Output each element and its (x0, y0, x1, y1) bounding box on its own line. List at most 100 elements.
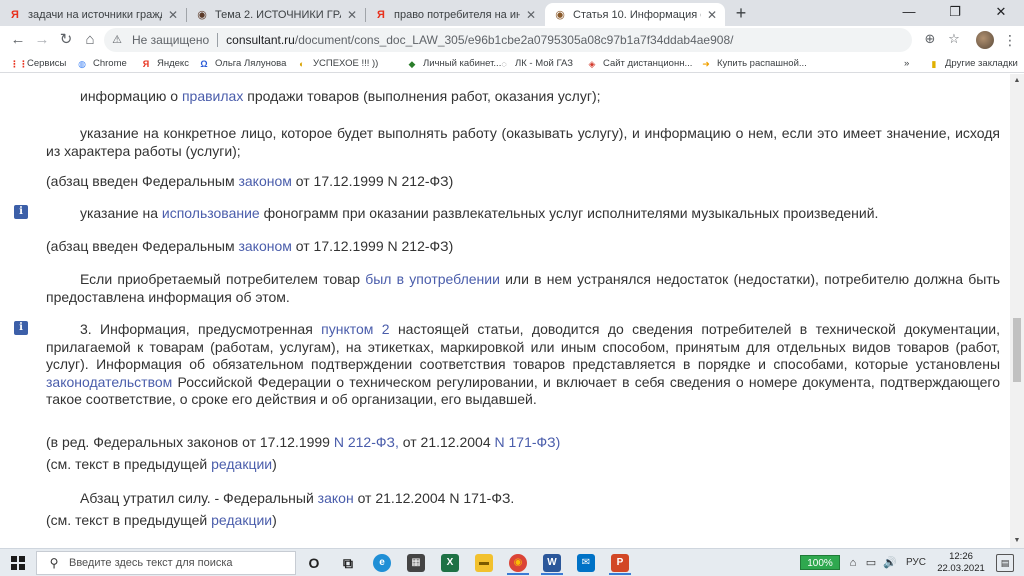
forward-button[interactable]: → (32, 30, 52, 50)
profile-avatar[interactable] (976, 31, 994, 49)
task-view-icon: ⧉ (343, 555, 353, 571)
link-law[interactable]: закон (318, 490, 354, 506)
clock-date: 22.03.2021 (937, 563, 985, 574)
scrollbar-thumb[interactable] (1013, 318, 1021, 382)
tab-4-active[interactable]: ◉ Статья 10. Информация о товар ✕ (545, 3, 725, 26)
scroll-down-button[interactable]: ▼ (1010, 534, 1024, 548)
taskbar-outlook[interactable]: ✉ (572, 551, 600, 575)
paragraph-previous-revision: (см. текст в предыдущей редакции) (46, 512, 1000, 530)
link-revision[interactable]: редакции (211, 512, 272, 528)
edge-icon: e (373, 554, 391, 572)
tab-1[interactable]: Я задачи на источники граждансс ✕ (0, 3, 186, 26)
mail-icon: ✉ (577, 554, 595, 572)
chrome-icon: ◉ (509, 554, 527, 572)
text: информацию о (80, 88, 182, 104)
bookmark-buy-door[interactable]: ➜ Купить распашной... (700, 56, 807, 71)
windows-start-button[interactable] (11, 556, 25, 570)
info-icon[interactable]: i (14, 321, 28, 335)
scroll-up-button[interactable]: ▲ (1010, 74, 1024, 88)
divider (217, 33, 219, 47)
minimize-button[interactable]: — (886, 0, 932, 26)
taskbar-edge[interactable]: e (368, 551, 396, 575)
link-used[interactable]: был в употреблении (365, 271, 500, 287)
taskbar-powerpoint[interactable]: P (606, 551, 634, 575)
link-usage[interactable]: использование (162, 205, 260, 221)
folder-icon: ▮ (931, 58, 937, 69)
text: фонограмм при оказании развлекательных у… (259, 205, 879, 221)
taskbar-word[interactable]: W (538, 551, 566, 575)
bookmark-services[interactable]: ⋮⋮ Сервисы (10, 56, 66, 71)
bookmark-olga[interactable]: Ω Ольга Лялунова (198, 56, 286, 71)
text: (абзац введен Федеральным (46, 173, 239, 189)
text: 3. Информация, предусмотренная (80, 321, 322, 337)
bookmark-other[interactable]: ▮ Другие закладки (928, 56, 1018, 71)
link-law-212[interactable]: N 212-ФЗ, (334, 434, 399, 450)
task-view-button[interactable]: ⧉ (334, 551, 362, 575)
cortana-button[interactable]: O (300, 551, 328, 575)
search-placeholder: Введите здесь текст для поиска (69, 557, 233, 569)
windows-taskbar: ⚲ Введите здесь текст для поиска O ⧉ e ▦… (0, 548, 1024, 576)
taskbar-chrome[interactable]: ◉ (504, 551, 532, 575)
battery-indicator[interactable]: 100% (800, 555, 840, 570)
paragraph-used-goods: Если приобретаемый потребителем товар бы… (46, 271, 1000, 306)
text: от 17.12.1999 N 212-ФЗ) (291, 173, 454, 189)
warning-icon[interactable]: ⚠ (110, 33, 124, 47)
close-icon[interactable]: ✕ (524, 8, 538, 22)
bookmark-personal-cabinet[interactable]: ◆ Личный кабинет... (406, 56, 502, 71)
search-icon: ⚲ (49, 556, 59, 570)
link-item-2[interactable]: пунктом 2 (321, 321, 389, 337)
taskbar-store[interactable]: ▦ (402, 551, 430, 575)
language-indicator[interactable]: РУС (902, 555, 930, 571)
reload-button[interactable]: ↻ (56, 30, 76, 50)
tab-3[interactable]: Я право потребителя на информ ✕ (366, 3, 544, 26)
bookmark-yandex[interactable]: Я Яндекс (140, 56, 189, 71)
link-law[interactable]: законом (238, 238, 291, 254)
vertical-scrollbar[interactable]: ▲ ▼ (1010, 74, 1024, 548)
link-revision[interactable]: редакции (211, 456, 272, 472)
arrow-right-icon: ➜ (702, 58, 710, 69)
bookmark-distance-site[interactable]: ◈ Сайт дистанционн... (586, 56, 693, 71)
home-button[interactable]: ⌂ (80, 30, 100, 50)
taskbar-explorer[interactable]: ▬ (470, 551, 498, 575)
info-icon[interactable]: i (14, 205, 28, 219)
link-law[interactable]: законом (238, 173, 291, 189)
notification-center-icon[interactable]: ▤ (996, 554, 1014, 572)
text: Абзац утратил силу. - Федеральный (80, 490, 318, 506)
restore-button[interactable]: ❐ (932, 0, 978, 26)
taskbar-search-input[interactable]: ⚲ Введите здесь текст для поиска (36, 551, 296, 575)
address-bar[interactable]: ⚠ Не защищено consultant.ru /document/co… (104, 28, 912, 52)
text: (абзац введен Федеральным (46, 238, 239, 254)
back-button[interactable]: ← (8, 30, 28, 50)
bookmark-my-gaz[interactable]: ◌ ЛК - Мой ГАЗ (498, 56, 573, 71)
close-window-button[interactable]: ✕ (978, 0, 1024, 26)
bookmark-chrome[interactable]: ◍ Chrome (76, 56, 127, 71)
tray-network-icon[interactable]: ⌂ (846, 555, 860, 571)
paragraph-item-3: 3. Информация, предусмотренная пунктом 2… (46, 321, 1000, 409)
bookmark-uspekhoe[interactable]: ◐ УСПЕХОЕ !!! )) (296, 56, 378, 71)
paragraph-revision-note: (в ред. Федеральных законов от 17.12.199… (46, 434, 1000, 452)
url-host: consultant.ru (226, 33, 295, 47)
text: от 21.12.2004 (398, 434, 495, 450)
close-icon[interactable]: ✕ (705, 8, 719, 22)
bookmark-star-icon[interactable]: ☆ (946, 31, 962, 47)
new-tab-button[interactable]: + (731, 4, 751, 24)
security-label[interactable]: Не защищено (132, 33, 209, 47)
zoom-icon[interactable]: ⊕ (922, 31, 938, 47)
close-icon[interactable]: ✕ (166, 8, 180, 22)
bookmarks-overflow-button[interactable]: » (904, 56, 909, 71)
taskbar-excel[interactable]: X (436, 551, 464, 575)
paragraph-previous-revision: (см. текст в предыдущей редакции) (46, 456, 1000, 474)
browser-menu-icon[interactable]: ⋮ (1003, 31, 1017, 49)
text: указание на (80, 205, 162, 221)
link-rules[interactable]: правилах (182, 88, 243, 104)
close-icon[interactable]: ✕ (345, 8, 359, 22)
tray-battery-icon[interactable]: ▭ (864, 555, 878, 571)
link-legislation[interactable]: законодательством (46, 374, 172, 390)
volume-icon[interactable]: 🔊 (882, 555, 898, 571)
yandex-icon: Я (11, 8, 19, 21)
text: указание на конкретное лицо, которое буд… (46, 125, 1000, 159)
tab-2[interactable]: ◉ Тема 2. ИСТОЧНИКИ ГРАЖДАН ✕ (187, 3, 365, 26)
link-law-171[interactable]: N 171-ФЗ) (495, 434, 561, 450)
taskbar-clock[interactable]: 12:26 22.03.2021 (936, 551, 986, 575)
text: ) (272, 456, 277, 472)
